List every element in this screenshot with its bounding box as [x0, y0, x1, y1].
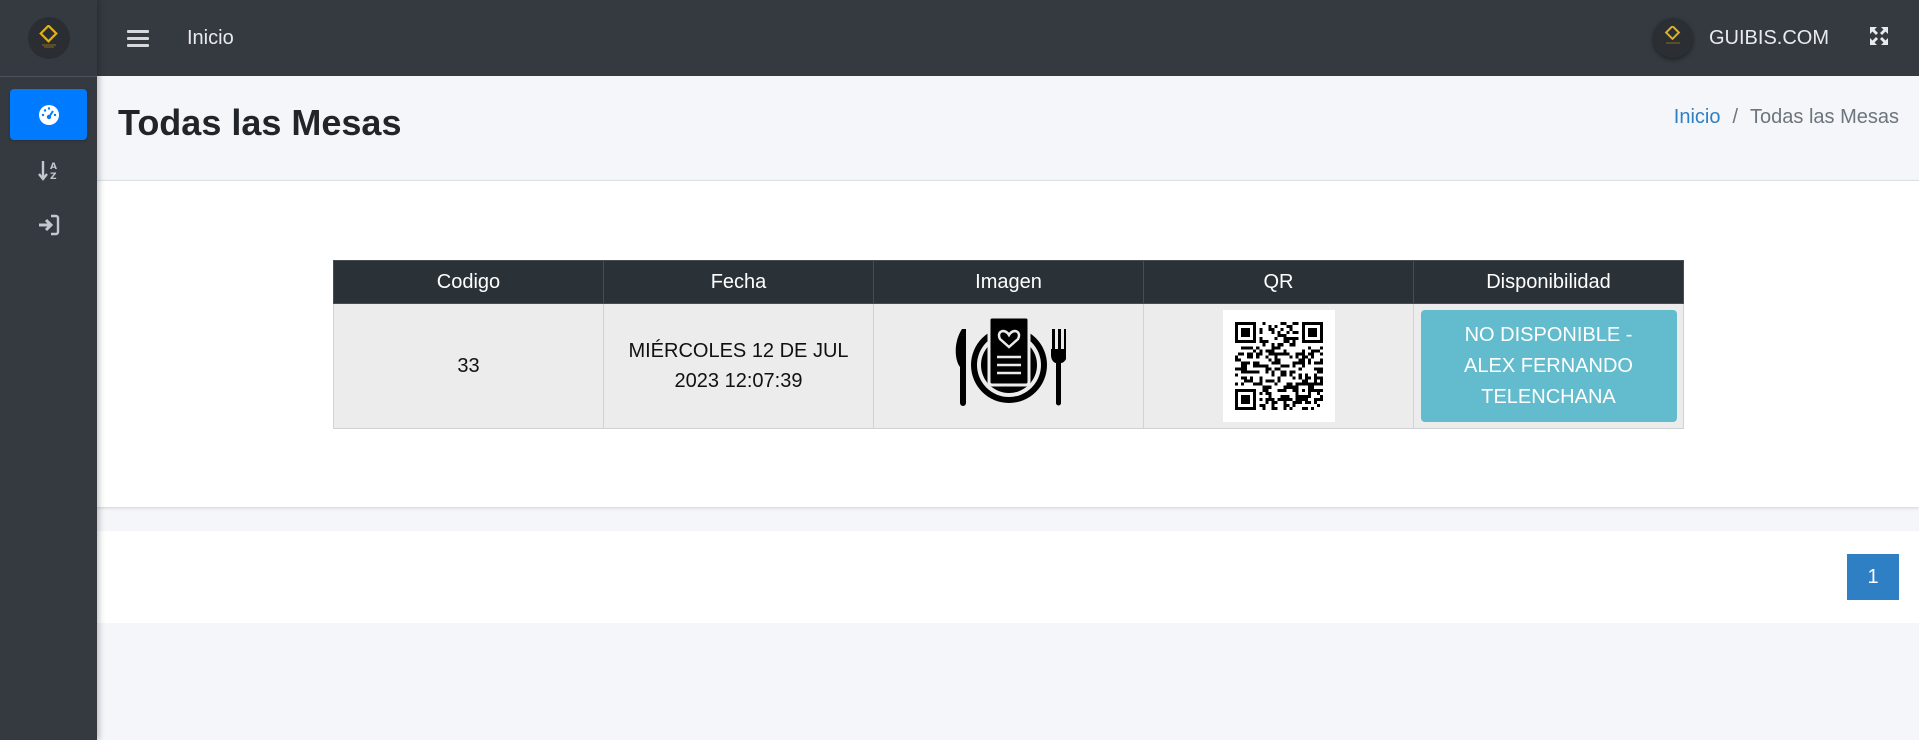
- user-avatar[interactable]: [1652, 18, 1693, 58]
- sidebar: A Z: [0, 0, 97, 740]
- fecha-line-1: MIÉRCOLES 12 DE JUL: [628, 340, 849, 362]
- sidebar-item-login[interactable]: [10, 199, 87, 250]
- column-header-codigo: Codigo: [333, 260, 604, 304]
- availability-line-1: NO DISPONIBLE -: [1464, 323, 1633, 346]
- mesas-table: Codigo Fecha Imagen QR Disponibilidad 33…: [333, 260, 1684, 429]
- breadcrumb-current: Todas las Mesas: [1750, 106, 1899, 128]
- column-header-disponibilidad: Disponibilidad: [1413, 260, 1684, 304]
- content-header: Todas las Mesas Inicio / Todas las Mesas: [97, 76, 1919, 181]
- top-navbar: Inicio GUIBIS.COM: [97, 0, 1919, 76]
- sidebar-nav: A Z: [0, 77, 97, 250]
- mesas-card: Codigo Fecha Imagen QR Disponibilidad 33…: [97, 181, 1919, 507]
- availability-line-2: ALEX FERNANDO: [1464, 354, 1633, 377]
- availability-button[interactable]: NO DISPONIBLE - ALEX FERNANDO TELENCHANA: [1420, 310, 1677, 422]
- column-header-fecha: Fecha: [603, 260, 874, 304]
- breadcrumb: Inicio / Todas las Mesas: [1674, 106, 1899, 129]
- table-row: 33 MIÉRCOLES 12 DE JUL 2023 12:07:39 NO …: [333, 303, 1684, 429]
- user-name[interactable]: GUIBIS.COM: [1709, 27, 1829, 50]
- cell-codigo: 33: [333, 303, 604, 429]
- cell-imagen: [873, 303, 1144, 429]
- pagination-panel: 1: [97, 531, 1919, 623]
- svg-text:Z: Z: [50, 172, 57, 182]
- tachometer-icon: [37, 103, 61, 127]
- menu-toggle-icon[interactable]: [127, 29, 149, 47]
- nav-link-inicio[interactable]: Inicio: [187, 27, 234, 50]
- cell-disponibilidad: NO DISPONIBLE - ALEX FERNANDO TELENCHANA: [1413, 303, 1684, 429]
- breadcrumb-separator: /: [1732, 106, 1739, 128]
- brand[interactable]: [0, 0, 97, 77]
- column-header-imagen: Imagen: [873, 260, 1144, 304]
- svg-text:A: A: [50, 162, 57, 172]
- cell-fecha: MIÉRCOLES 12 DE JUL 2023 12:07:39: [603, 303, 874, 429]
- breadcrumb-home-link[interactable]: Inicio: [1674, 106, 1721, 129]
- brand-logo-icon[interactable]: [27, 17, 70, 59]
- sign-in-icon: [37, 213, 61, 237]
- sidebar-item-dashboard[interactable]: [10, 89, 87, 140]
- sidebar-item-sort[interactable]: A Z: [10, 144, 87, 195]
- qr-code-icon: [1222, 310, 1335, 422]
- page-button[interactable]: 1: [1847, 554, 1899, 600]
- fecha-line-2: 2023 12:07:39: [674, 370, 803, 392]
- sort-alpha-down-icon: A Z: [37, 158, 61, 182]
- table-header-row: Codigo Fecha Imagen QR Disponibilidad: [333, 260, 1684, 304]
- column-header-qr: QR: [1143, 260, 1414, 304]
- availability-line-3: TELENCHANA: [1481, 385, 1616, 408]
- restaurant-menu-icon: [952, 315, 1067, 416]
- cell-qr: [1143, 303, 1414, 429]
- user-menu: GUIBIS.COM: [1652, 18, 1889, 58]
- page-title: Todas las Mesas: [118, 102, 402, 143]
- fullscreen-icon[interactable]: [1869, 26, 1889, 51]
